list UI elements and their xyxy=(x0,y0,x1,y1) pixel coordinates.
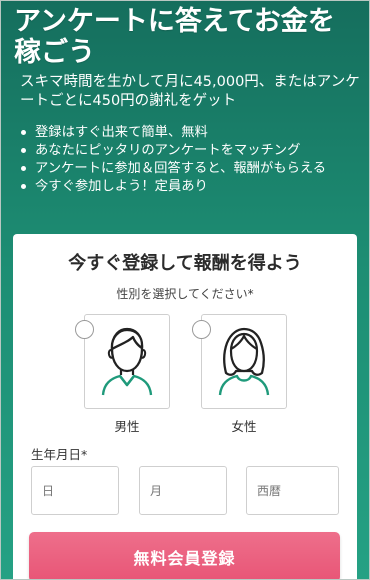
gender-question-text: 性別を選択してください xyxy=(116,287,248,301)
dob-day-input[interactable] xyxy=(31,466,119,515)
gender-label-female: 女性 xyxy=(231,419,257,434)
male-avatar-icon xyxy=(101,327,153,396)
form-title: 今すぐ登録して報酬を得よう xyxy=(68,253,302,274)
gender-option-male[interactable] xyxy=(84,314,170,409)
female-avatar-icon xyxy=(218,327,270,396)
headline: アンケートに答えてお金を稼ごう xyxy=(14,6,335,68)
gender-label-male: 男性 xyxy=(114,419,140,434)
hero-section: アンケートに答えてお金を稼ごう スキマ時間を生かして月に45,000円、またはア… xyxy=(14,6,360,196)
benefit-item: アンケートに参加＆回答すると、報酬がもらえる xyxy=(20,160,360,177)
required-mark: * xyxy=(81,447,88,462)
radio-male[interactable] xyxy=(75,320,94,339)
benefit-item: 登録はすぐ出来て簡単、無料 xyxy=(20,124,360,141)
dob-month-input[interactable] xyxy=(139,466,227,515)
gender-question: 性別を選択してください* xyxy=(13,285,357,302)
subheadline: スキマ時間を生かして月に45,000円、またはアンケートごとに450円の謝礼をゲ… xyxy=(20,74,360,109)
dob-year-input[interactable] xyxy=(246,466,339,515)
benefit-item: 今すぐ参加しよう！定員あり xyxy=(20,178,360,195)
dob-label-text: 生年月日 xyxy=(31,447,82,462)
required-mark: * xyxy=(247,287,254,301)
radio-female[interactable] xyxy=(192,320,211,339)
dob-label: 生年月日* xyxy=(31,444,87,463)
registration-card: 今すぐ登録して報酬を得よう 性別を選択してください* 男性 女性 生年月日* 無… xyxy=(13,234,357,580)
benefit-item: あなたにピッタリのアンケートをマッチング xyxy=(20,142,360,159)
register-button[interactable]: 無料会員登録 xyxy=(29,532,340,580)
gender-option-female[interactable] xyxy=(201,314,287,409)
benefit-list: 登録はすぐ出来て簡単、無料 あなたにピッタリのアンケートをマッチング アンケート… xyxy=(14,124,360,195)
